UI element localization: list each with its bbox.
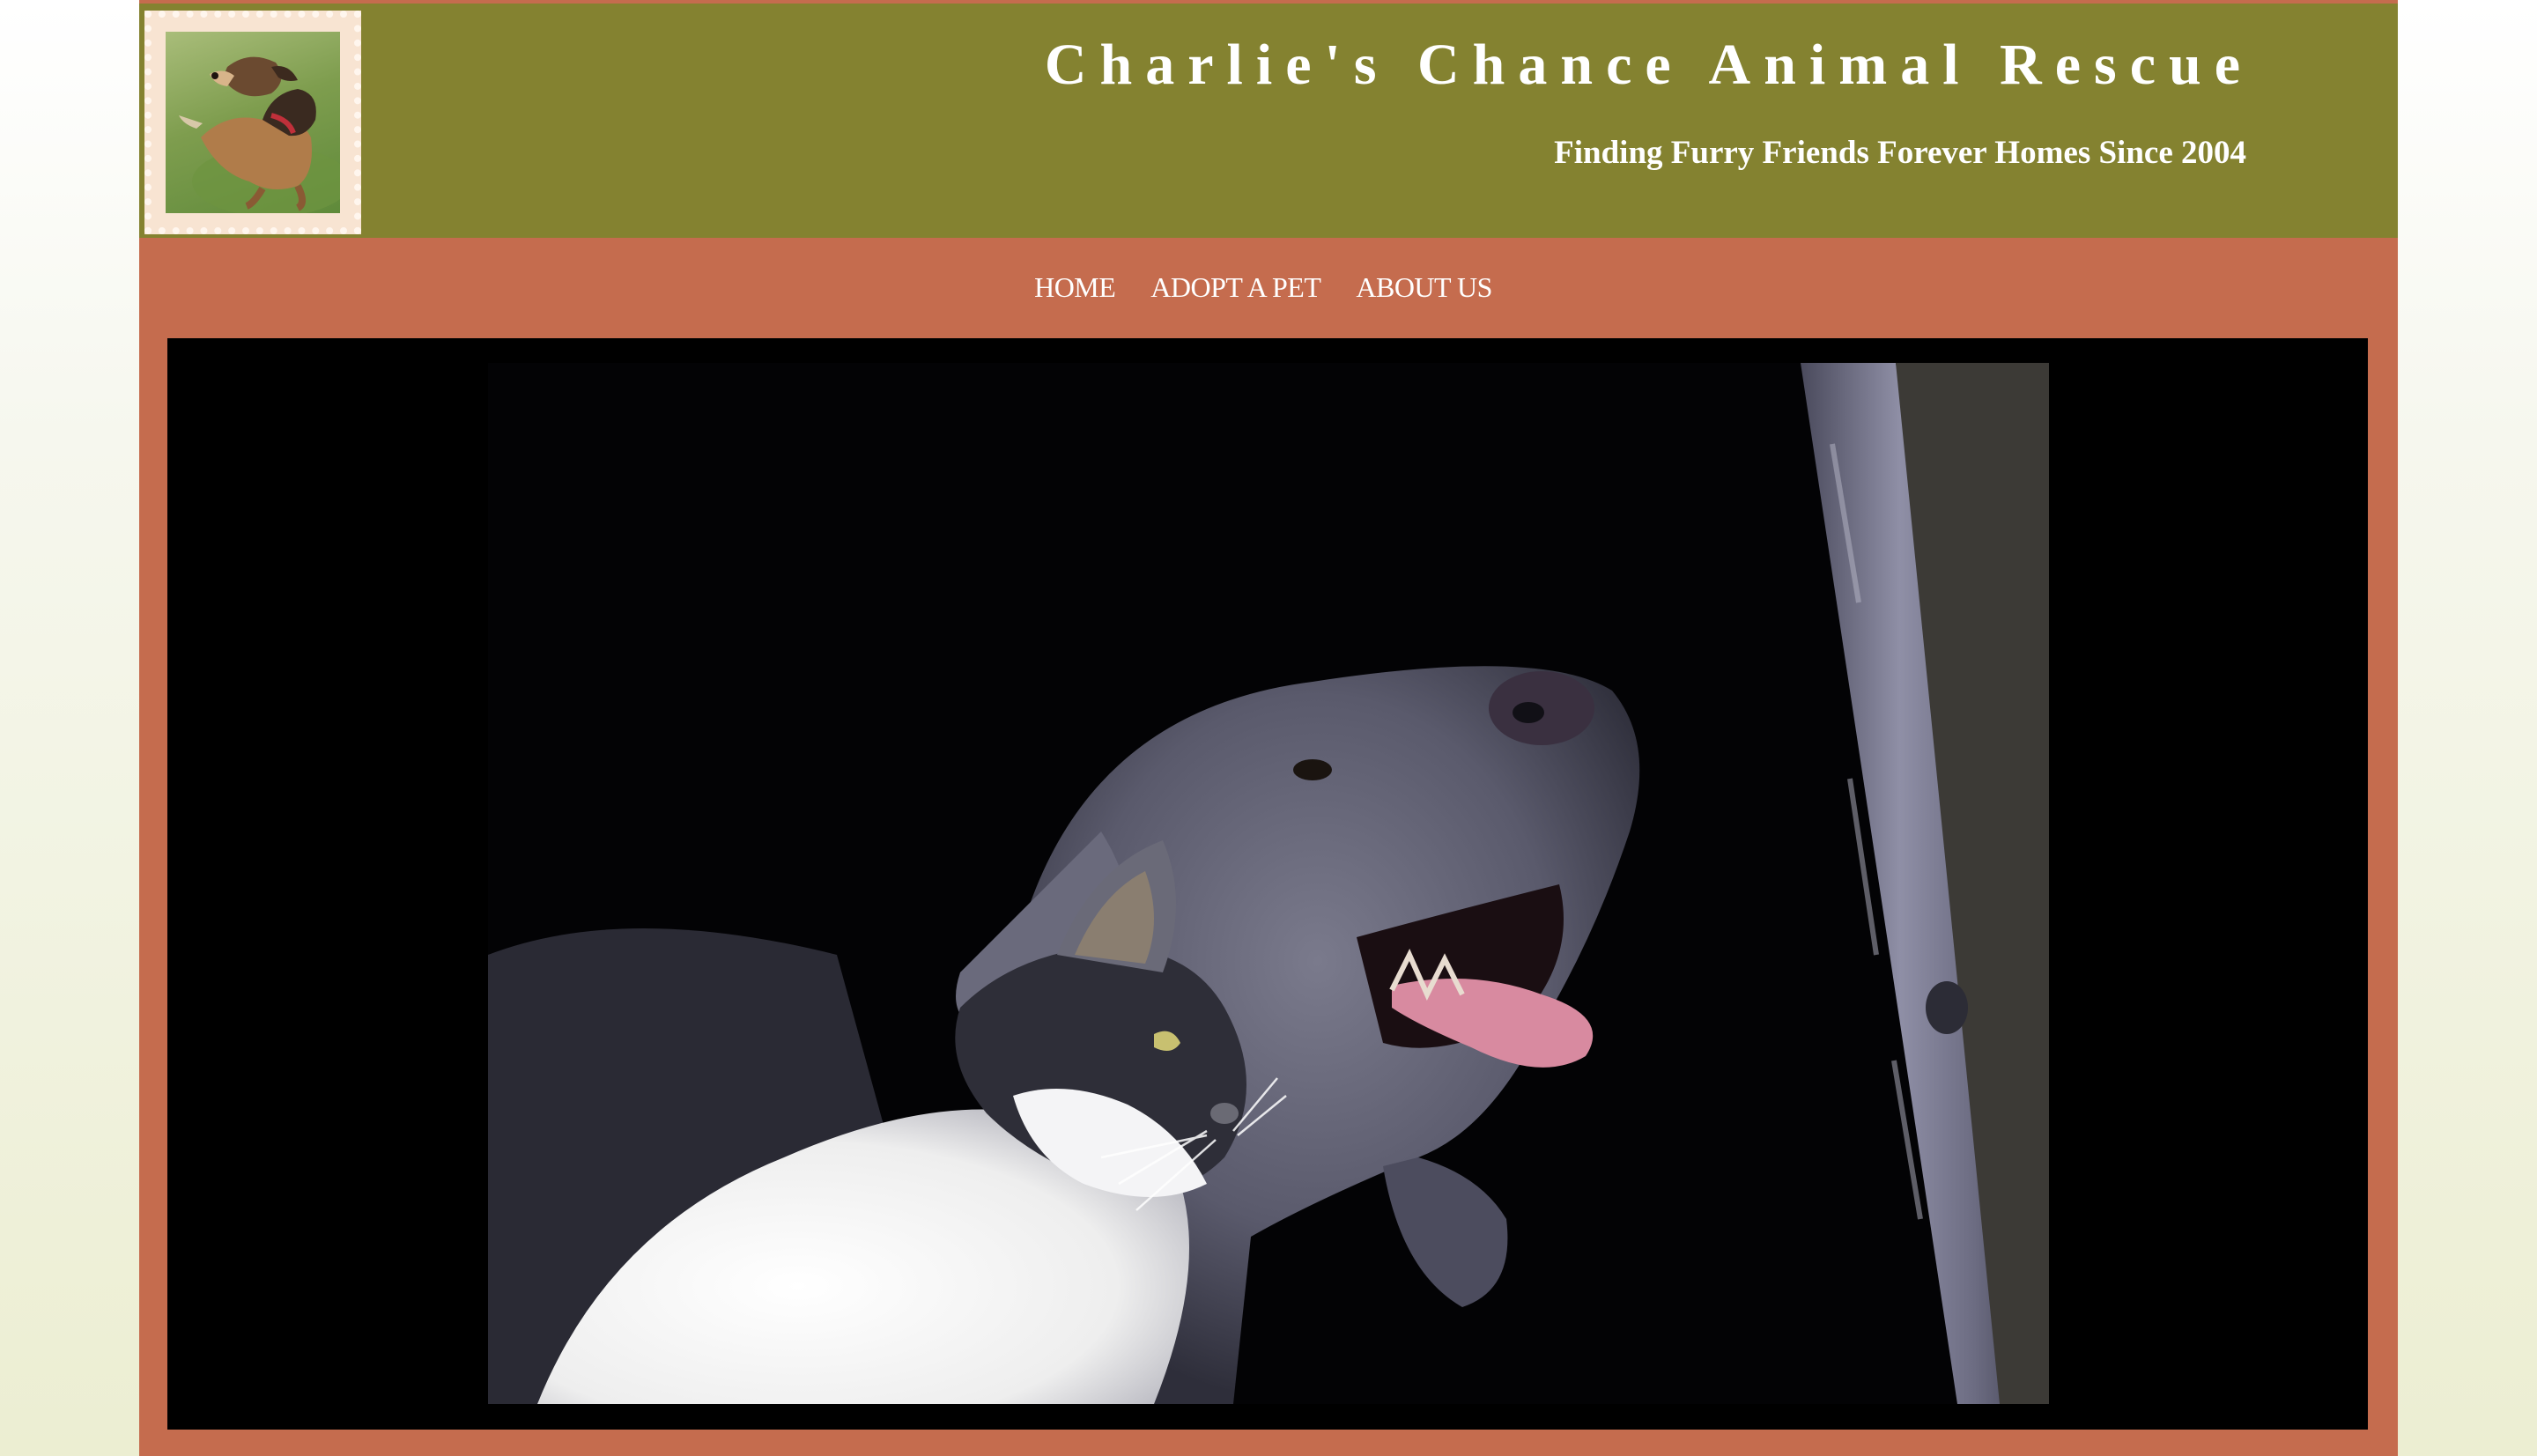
hero-image-frame — [167, 338, 2368, 1430]
nav-adopt-a-pet-link[interactable]: ADOPT A PET — [1150, 271, 1321, 303]
nav-home-link[interactable]: HOME — [1034, 271, 1116, 303]
logo-stamp[interactable] — [144, 11, 361, 234]
site-header: Charlie's Chance Animal Rescue Finding F… — [139, 4, 2398, 238]
nav-about-us-link[interactable]: ABOUT US — [1356, 271, 1492, 303]
dog-and-cat-photo — [167, 338, 2368, 1430]
dog-painting-icon — [166, 32, 340, 213]
site-title: Charlie's Chance Animal Rescue — [1044, 33, 2253, 97]
main-nav: HOME ADOPT A PET ABOUT US — [139, 238, 2398, 336]
page-container: Charlie's Chance Animal Rescue Finding F… — [139, 0, 2398, 1456]
site-tagline: Finding Furry Friends Forever Homes Sinc… — [1554, 135, 2246, 171]
